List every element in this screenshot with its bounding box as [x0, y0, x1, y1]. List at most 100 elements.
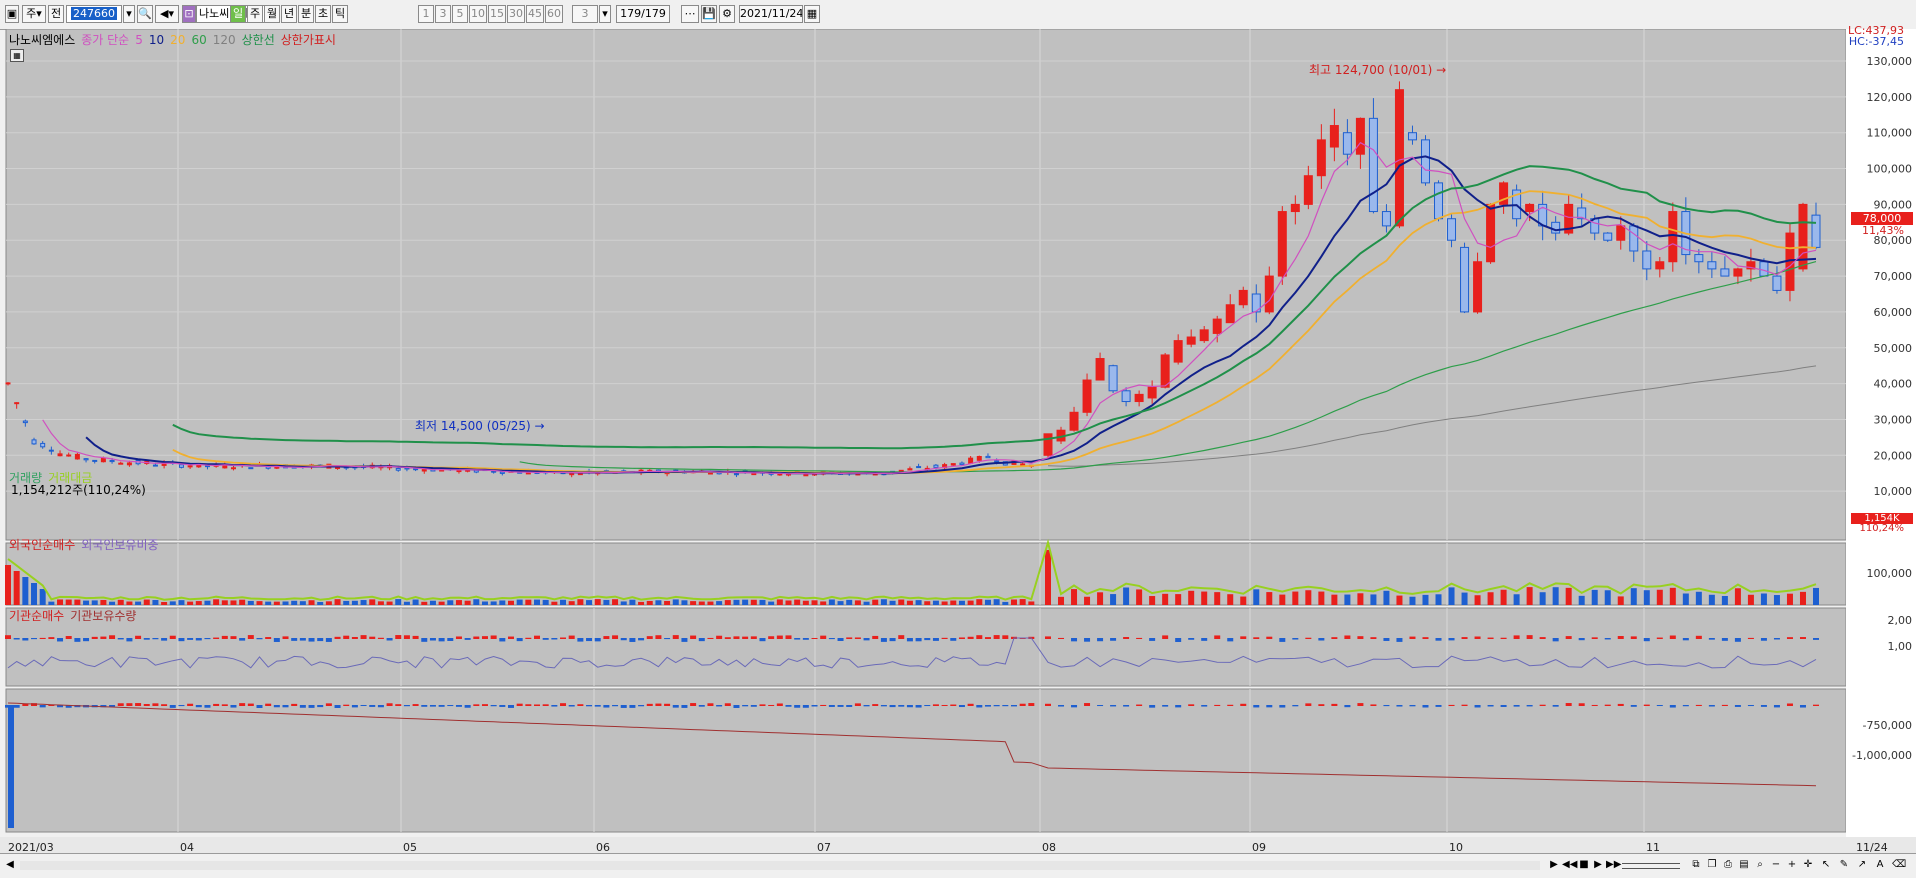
- market-select[interactable]: 주▾: [22, 5, 46, 23]
- inst-bar: [820, 704, 827, 706]
- inst-bar: [1058, 705, 1065, 707]
- foreign-bar: [1201, 638, 1208, 641]
- foreign-bar: [906, 638, 913, 642]
- layout-icon[interactable]: ▣: [5, 5, 19, 23]
- price-tick-label: 30,000: [1874, 413, 1913, 426]
- candle-body: [118, 462, 124, 465]
- minute-button[interactable]: 60: [545, 5, 563, 23]
- inst-bar: [768, 704, 775, 706]
- search-icon[interactable]: 🔍: [137, 5, 153, 23]
- custom-min-dropdown-icon[interactable]: ▾: [599, 5, 611, 23]
- rewind-icon[interactable]: ◀◀: [1562, 858, 1577, 872]
- stock-code-input[interactable]: 247660: [66, 5, 122, 23]
- arrow-icon[interactable]: ↗: [1856, 858, 1868, 872]
- period-button[interactable]: 초: [315, 5, 331, 23]
- calendar-icon[interactable]: ▦: [804, 5, 820, 23]
- minute-button[interactable]: 3: [435, 5, 451, 23]
- candle-body: [933, 464, 939, 468]
- inst-bar: [1292, 705, 1299, 707]
- foreign-bar: [1617, 636, 1624, 639]
- foreign-bar: [473, 636, 480, 639]
- date-input[interactable]: 2021/11/24: [739, 5, 803, 23]
- foreign-bar: [1604, 638, 1611, 640]
- minute-button[interactable]: 5: [452, 5, 468, 23]
- scroll-left-icon[interactable]: ◀: [4, 858, 16, 872]
- period-button[interactable]: 일: [230, 5, 246, 23]
- foreign-bar: [1058, 637, 1065, 639]
- play-icon[interactable]: ▶: [1592, 858, 1604, 872]
- minute-button[interactable]: 15: [488, 5, 506, 23]
- minute-button[interactable]: 45: [526, 5, 544, 23]
- volume-bar: [1721, 595, 1728, 605]
- foreign-bar: [1240, 636, 1247, 639]
- inst-bar: [187, 703, 194, 706]
- draw-icon[interactable]: ✎: [1838, 858, 1850, 872]
- inst-bar: [1565, 703, 1572, 706]
- price-tick-label: 10,000: [1874, 485, 1913, 498]
- foreign-bar: [74, 638, 81, 642]
- foreign-bar: [1396, 638, 1403, 642]
- horizontal-scrollbar[interactable]: [20, 861, 1540, 870]
- volume-bar: [707, 601, 714, 605]
- minute-button[interactable]: 30: [507, 5, 525, 23]
- fast-forward-icon[interactable]: ▶▶: [1606, 858, 1621, 872]
- volume-bar: [22, 577, 29, 605]
- inst-bar: [932, 704, 939, 706]
- legend-ma10: 10: [148, 33, 165, 47]
- text-icon[interactable]: A: [1874, 858, 1886, 872]
- plus-icon[interactable]: +: [1786, 858, 1798, 872]
- custom-min-input[interactable]: 3: [572, 5, 598, 23]
- inst-bar: [317, 705, 324, 708]
- legend-inst-hold: 기관보유수량: [70, 609, 137, 623]
- volume-bar: [429, 600, 436, 605]
- speaker-icon[interactable]: ◀▾: [155, 5, 179, 23]
- period-button[interactable]: 월: [264, 5, 280, 23]
- foreign-bar: [39, 637, 46, 639]
- period-button[interactable]: 년: [281, 5, 297, 23]
- candle-body: [1720, 268, 1730, 277]
- volume-bar: [1149, 596, 1156, 605]
- eraser-icon[interactable]: ⌫: [1892, 858, 1906, 872]
- grid-icon[interactable]: ⋯: [681, 5, 699, 23]
- period-button[interactable]: 주: [247, 5, 263, 23]
- volume-bar: [898, 599, 905, 605]
- settings-icon[interactable]: ⚙: [719, 5, 735, 23]
- minus-icon[interactable]: −: [1770, 858, 1782, 872]
- candle-body: [421, 469, 427, 472]
- period-button[interactable]: 틱: [332, 5, 348, 23]
- inst-bar: [1448, 704, 1455, 706]
- select-icon[interactable]: ↖: [1820, 858, 1832, 872]
- inst-bar: [8, 705, 14, 828]
- candle-body: [1043, 433, 1053, 456]
- chart-icon[interactable]: ▤: [1738, 858, 1750, 872]
- window-icon[interactable]: ❐: [1706, 858, 1718, 872]
- print-icon[interactable]: ⎙: [1722, 858, 1734, 872]
- foreign-bar: [1656, 637, 1663, 639]
- zoom-slider[interactable]: [1622, 863, 1680, 869]
- volume-bar: [1010, 599, 1017, 605]
- code-dropdown-icon[interactable]: ▾: [123, 5, 135, 23]
- stop-icon[interactable]: ■: [1578, 858, 1590, 872]
- copy-icon[interactable]: ⧉: [1690, 858, 1702, 872]
- inst-bar: [672, 705, 679, 708]
- inst-bar: [1669, 705, 1676, 708]
- inst-bar: [1799, 705, 1806, 708]
- cross-icon[interactable]: ✛: [1802, 858, 1814, 872]
- scroll-right-icon[interactable]: ▶: [1548, 858, 1560, 872]
- inst-bar: [1370, 704, 1377, 706]
- minute-button[interactable]: 1: [418, 5, 434, 23]
- zoom-icon[interactable]: ⌕: [1754, 858, 1766, 872]
- legend-stock-name: 나노씨엠에스: [9, 33, 76, 47]
- foreign-bar: [1695, 635, 1702, 639]
- candlestick-chart[interactable]: 2021/03 04 05 06 07 08 09 10 11 11/24 130,000 120,0…: [0, 29, 1916, 853]
- foreign-bar: [48, 637, 55, 639]
- legend-ma20: 20: [170, 33, 186, 47]
- table-icon[interactable]: ▦: [10, 49, 24, 62]
- all-button[interactable]: 전: [48, 5, 64, 23]
- chart-area[interactable]: 2021/03 04 05 06 07 08 09 10 11 11/24 130,000 120,0…: [0, 24, 1916, 853]
- period-button[interactable]: 분: [298, 5, 314, 23]
- minute-button[interactable]: 10: [469, 5, 487, 23]
- save-icon[interactable]: 💾: [701, 5, 717, 23]
- inst-bar: [924, 705, 931, 707]
- foreign-bar: [1149, 638, 1156, 641]
